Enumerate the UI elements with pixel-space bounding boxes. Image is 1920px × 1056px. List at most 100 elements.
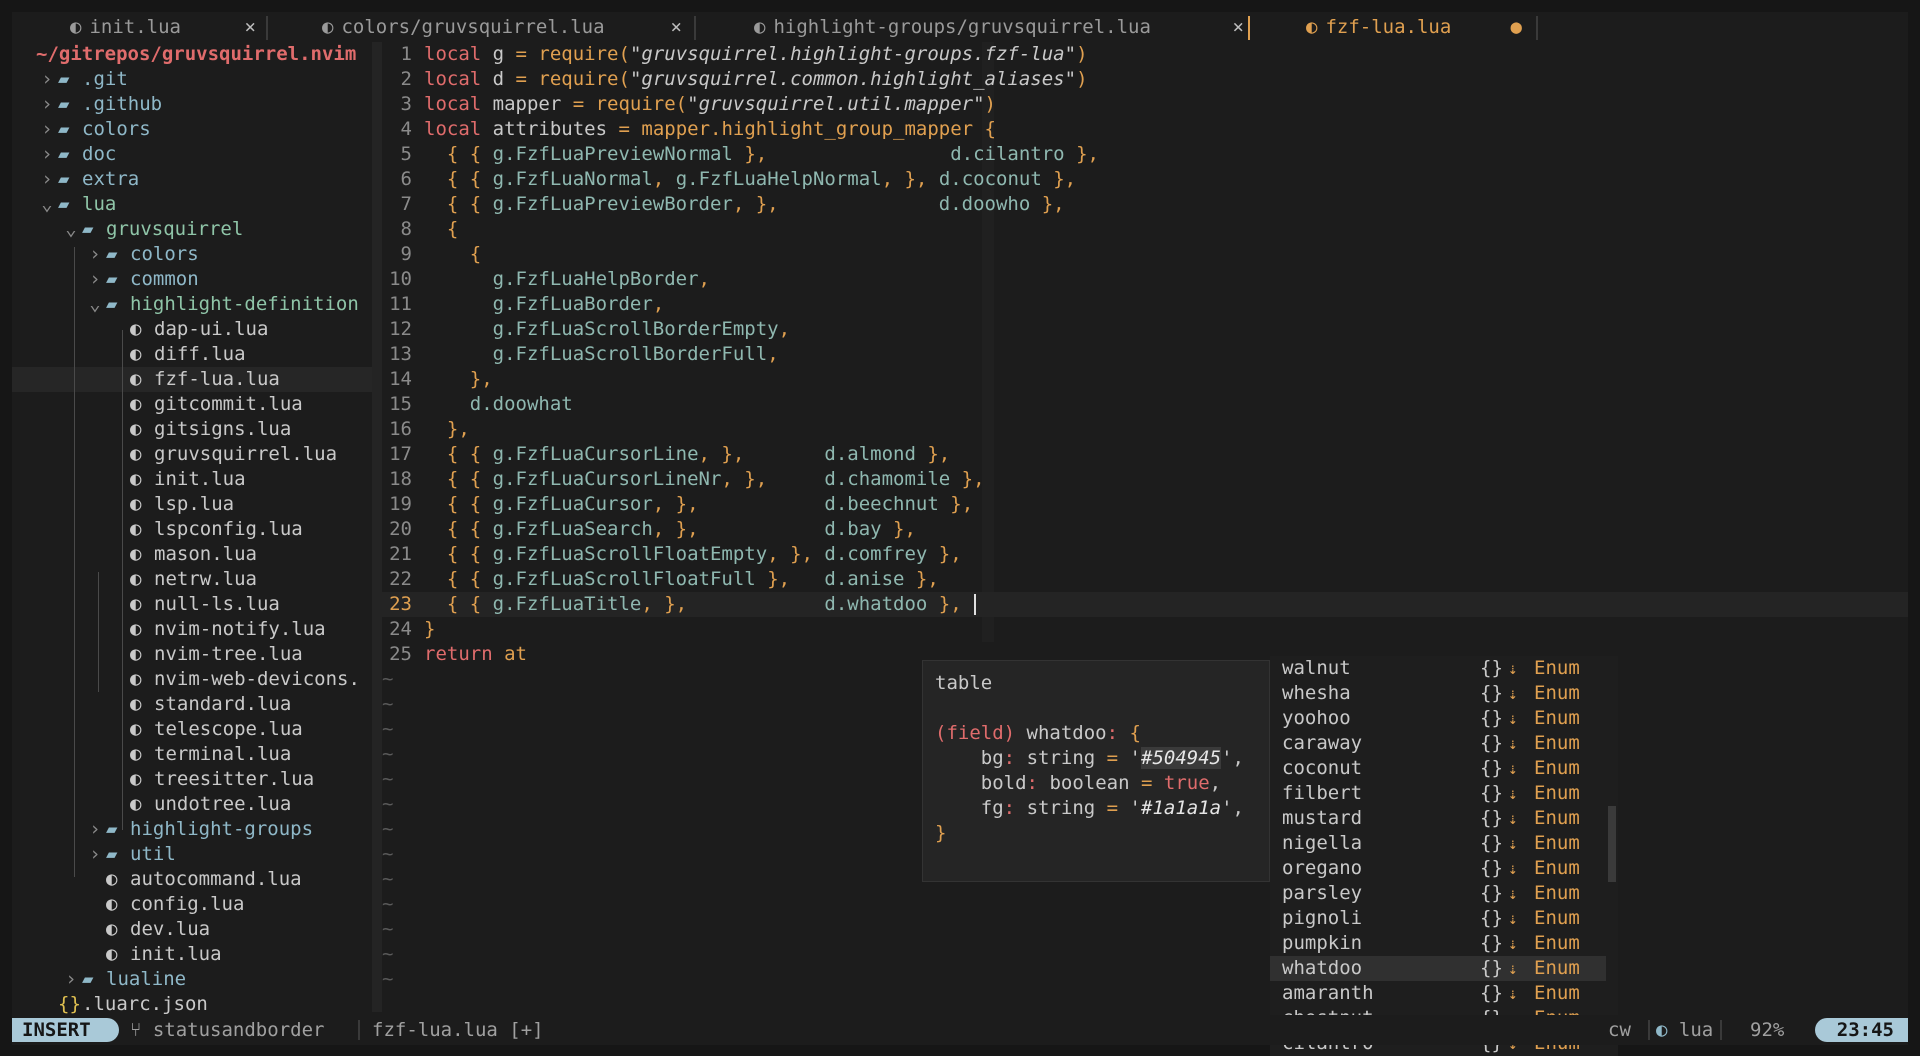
tree-item[interactable]: ◐ null-ls.lua [12, 592, 372, 617]
completion-item[interactable]: nigella {} ⇣ Enum [1270, 831, 1606, 856]
tree-item[interactable]: ◐ init.lua [12, 467, 372, 492]
tree-item[interactable]: ◐ mason.lua [12, 542, 372, 567]
tree-item[interactable]: ◐ gitcommit.lua [12, 392, 372, 417]
code-line[interactable]: 22 { { g.FzfLuaScrollFloatFull }, d.anis… [382, 567, 1908, 592]
code-line[interactable]: 1 local g = require("gruvsquirrel.highlig… [382, 42, 1908, 67]
tree-item[interactable]: ◐ config.lua [12, 892, 372, 917]
chevron-right-icon[interactable]: › [36, 142, 58, 167]
completion-item[interactable]: mustard {} ⇣ Enum [1270, 806, 1606, 831]
chevron-right-icon[interactable]: › [84, 242, 106, 267]
completion-item[interactable]: whatdoo {} ⇣ Enum [1270, 956, 1606, 981]
tab-colors-gruvsquirrel[interactable]: ◐ colors/gruvsquirrel.lua × [322, 12, 692, 42]
chevron-right-icon[interactable]: › [36, 117, 58, 142]
tree-item[interactable]: ⌄ ▰ gruvsquirrel [12, 217, 372, 242]
code-line[interactable]: 3 local mapper = require("gruvsquirrel.ut… [382, 92, 1908, 117]
completion-item[interactable]: whesha {} ⇣ Enum [1270, 681, 1606, 706]
chevron-right-icon[interactable]: › [60, 967, 82, 992]
completion-item[interactable]: walnut {} ⇣ Enum [1270, 656, 1606, 681]
close-icon[interactable]: × [671, 12, 682, 42]
tree-item[interactable]: ◐ init.lua [12, 942, 372, 967]
tree-item[interactable]: ◐ undotree.lua [12, 792, 372, 817]
tree-item[interactable]: ◐ standard.lua [12, 692, 372, 717]
tree-item[interactable]: ◐ lsp.lua [12, 492, 372, 517]
code-editor[interactable]: 1 local g = require("gruvsquirrel.highlig… [382, 42, 1908, 1056]
tree-item[interactable]: › ▰ lualine [12, 967, 372, 992]
tree-item[interactable]: {}.luarc.json [12, 992, 372, 1017]
tab-init-lua[interactable]: ◐ init.lua × [70, 12, 266, 42]
tree-item[interactable]: › ▰ colors [12, 117, 372, 142]
tree-item[interactable]: ◐ gruvsquirrel.lua [12, 442, 372, 467]
code-line[interactable]: 18 { { g.FzfLuaCursorLineNr, }, d.chamom… [382, 467, 1908, 492]
chevron-down-icon[interactable]: ⌄ [60, 217, 82, 242]
code-line[interactable]: 12 g.FzfLuaScrollBorderEmpty, [382, 317, 1908, 342]
completion-item[interactable]: amaranth {} ⇣ Enum [1270, 981, 1606, 1006]
tab-fzf-lua[interactable]: ◐ fzf-lua.lua ● [1306, 12, 1534, 42]
completion-item[interactable]: yoohoo {} ⇣ Enum [1270, 706, 1606, 731]
chevron-right-icon[interactable]: › [84, 817, 106, 842]
completion-scrollbar[interactable] [1608, 806, 1616, 882]
completion-item[interactable]: filbert {} ⇣ Enum [1270, 781, 1606, 806]
tree-item[interactable]: ◐ treesitter.lua [12, 767, 372, 792]
close-icon[interactable]: × [1233, 12, 1244, 42]
tree-item[interactable]: ◐ nvim-notify.lua [12, 617, 372, 642]
code-line[interactable]: 6 { { g.FzfLuaNormal, g.FzfLuaHelpNormal… [382, 167, 1908, 192]
code-line[interactable]: 13 g.FzfLuaScrollBorderFull, [382, 342, 1908, 367]
tree-item[interactable]: ◐ dev.lua [12, 917, 372, 942]
chevron-down-icon[interactable]: ⌄ [36, 192, 58, 217]
chevron-right-icon[interactable]: › [84, 267, 106, 292]
code-line[interactable]: 17 { { g.FzfLuaCursorLine, }, d.almond }… [382, 442, 1908, 467]
completion-item[interactable]: parsley {} ⇣ Enum [1270, 881, 1606, 906]
code-line[interactable]: 23 { { g.FzfLuaTitle, }, d.whatdoo }, [382, 592, 1908, 617]
chevron-right-icon[interactable]: › [84, 842, 106, 867]
tree-item[interactable]: › ▰ highlight-groups [12, 817, 372, 842]
tree-item[interactable]: ◐ fzf-lua.lua [12, 367, 372, 392]
file-tree[interactable]: ~/gitrepos/gruvsquirrel.nvim › ▰ .git › ▰ .gi… [12, 42, 372, 1015]
completion-item[interactable]: caraway {} ⇣ Enum [1270, 731, 1606, 756]
code-line[interactable]: 11 g.FzfLuaBorder, [382, 292, 1908, 317]
tab-highlight-groups-gruvsquirrel[interactable]: ◐ highlight-groups/gruvsquirrel.lua × [754, 12, 1254, 42]
tree-item[interactable]: ◐ nvim-tree.lua [12, 642, 372, 667]
chevron-right-icon[interactable]: › [36, 92, 58, 117]
tree-item[interactable]: ◐ autocommand.lua [12, 867, 372, 892]
code-line[interactable]: 14 }, [382, 367, 1908, 392]
completion-item[interactable]: pignoli {} ⇣ Enum [1270, 906, 1606, 931]
close-icon[interactable]: × [245, 12, 256, 42]
code-line[interactable]: 9 { [382, 242, 1908, 267]
code-line[interactable]: 19 { { g.FzfLuaCursor, }, d.beechnut }, [382, 492, 1908, 517]
code-line[interactable]: 15 d.doowhat [382, 392, 1908, 417]
chevron-right-icon[interactable]: › [36, 67, 58, 92]
tree-item[interactable]: › ▰ doc [12, 142, 372, 167]
tree-item[interactable]: ◐ netrw.lua [12, 567, 372, 592]
tree-item[interactable]: › ▰ common [12, 267, 372, 292]
code-line[interactable]: 5 { { g.FzfLuaPreviewNormal }, d.cilantr… [382, 142, 1908, 167]
completion-item[interactable]: pumpkin {} ⇣ Enum [1270, 931, 1606, 956]
code-line[interactable]: 2 local d = require("gruvsquirrel.common.… [382, 67, 1908, 92]
chevron-right-icon[interactable]: › [36, 167, 58, 192]
code-line[interactable]: 16 }, [382, 417, 1908, 442]
completion-item[interactable]: coconut {} ⇣ Enum [1270, 756, 1606, 781]
tree-item[interactable]: ⌄ ▰ lua [12, 192, 372, 217]
code-line[interactable]: 4 local attributes = mapper.highlight_gro… [382, 117, 1908, 142]
tree-item[interactable]: › ▰ util [12, 842, 372, 867]
code-line[interactable]: 8 { [382, 217, 1908, 242]
tree-item[interactable]: ◐ gitsigns.lua [12, 417, 372, 442]
tree-item[interactable]: › ▰ colors [12, 242, 372, 267]
completion-item[interactable]: oregano {} ⇣ Enum [1270, 856, 1606, 881]
code-line[interactable]: 20 { { g.FzfLuaSearch, }, d.bay }, [382, 517, 1908, 542]
tree-item[interactable]: › ▰ extra [12, 167, 372, 192]
code-line[interactable]: 24} [382, 617, 1908, 642]
code-line[interactable]: 10 g.FzfLuaHelpBorder, [382, 267, 1908, 292]
completion-menu[interactable]: walnut{} ⇣ Enum whesha{} ⇣ Enum yoohoo{} ⇣ Enum c… [1270, 656, 1618, 1056]
tree-item[interactable]: ◐ diff.lua [12, 342, 372, 367]
code-line[interactable]: 21 { { g.FzfLuaScrollFloatEmpty, }, d.co… [382, 542, 1908, 567]
tree-item[interactable]: › ▰ .github [12, 92, 372, 117]
chevron-down-icon[interactable]: ⌄ [84, 292, 106, 317]
tree-item[interactable]: ◐ telescope.lua [12, 717, 372, 742]
tree-item[interactable]: ◐ dap-ui.lua [12, 317, 372, 342]
tree-item[interactable]: ⌄ ▰ highlight-definition [12, 292, 372, 317]
tree-item[interactable]: ◐ lspconfig.lua [12, 517, 372, 542]
window-separator[interactable] [372, 42, 382, 1012]
code-line[interactable]: 7 { { g.FzfLuaPreviewBorder, }, d.doowho… [382, 192, 1908, 217]
tree-item[interactable]: ◐ terminal.lua [12, 742, 372, 767]
tree-item[interactable]: › ▰ .git [12, 67, 372, 92]
